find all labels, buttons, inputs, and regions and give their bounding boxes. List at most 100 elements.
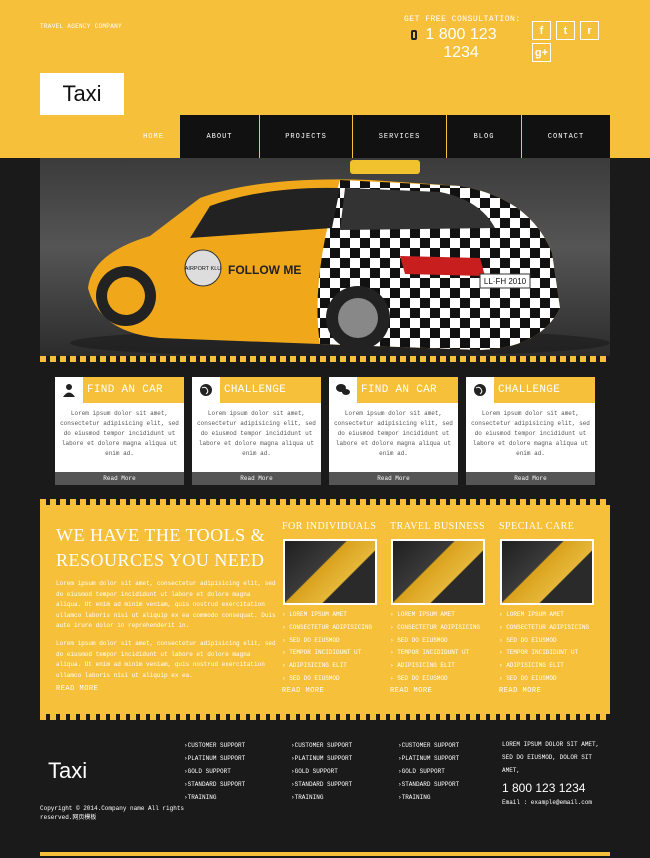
googleplus-icon[interactable]: g+ [532, 43, 551, 62]
footer-link[interactable]: GOLD SUPPORT [184, 765, 245, 778]
feature-card: CHALLENGE Lorem ipsum dolor sit amet, co… [192, 377, 321, 485]
read-more-button[interactable]: Read More [55, 472, 184, 485]
footer-email[interactable]: Email : example@email.com [502, 796, 612, 809]
taxi-driver-photo [500, 539, 594, 605]
list-item[interactable]: › CONSECTETUR ADIPISICING [390, 622, 480, 635]
chat-icon [329, 377, 357, 403]
read-more-link[interactable]: READ MORE [56, 685, 98, 693]
service-list: › LOREM IPSUM AMET › CONSECTETUR ADIPISI… [390, 609, 480, 686]
user-icon [55, 377, 83, 403]
list-item[interactable]: › CONSECTETUR ADIPISICING [282, 622, 372, 635]
footer-link[interactable]: TRAINING [184, 791, 245, 804]
list-item[interactable]: › TEMPOR INCIDIDUNT UT [390, 647, 480, 660]
globe-icon [192, 377, 220, 403]
list-item[interactable]: › LOREM IPSUM AMET [282, 609, 372, 622]
card-text: Lorem ipsum dolor sit amet, consectetur … [334, 410, 453, 457]
card-text: Lorem ipsum dolor sit amet, consectetur … [197, 410, 316, 457]
nav-projects[interactable]: PROJECTS [259, 115, 352, 158]
read-more-link[interactable]: READ MORE [282, 687, 324, 695]
section-paragraph: Lorem ipsum dolor sit amet, consectetur … [56, 580, 276, 629]
card-title: CHALLENGE [494, 377, 595, 403]
footer-link[interactable]: PLATINUM SUPPORT [398, 752, 460, 765]
list-item[interactable]: › SED DO EIUSMOD [390, 635, 480, 648]
copyright-text: Copyright © 2014.Company name All rights… [40, 805, 185, 821]
tools-section: WE HAVE THE TOOLS & RESOURCES YOU NEED L… [40, 505, 610, 714]
bottom-strip [40, 852, 610, 856]
taxi-driver-photo [391, 539, 485, 605]
list-item[interactable]: › LOREM IPSUM AMET [499, 609, 589, 622]
list-item[interactable]: › TEMPOR INCIDIDUNT UT [282, 647, 372, 660]
list-item[interactable]: › LOREM IPSUM AMET [390, 609, 480, 622]
footer-contact: LOREM IPSUM DOLOR SIT AMET, SED DO EIUSM… [502, 738, 612, 809]
footer-link[interactable]: TRAINING [291, 791, 352, 804]
card-title: FIND AN CAR [83, 377, 184, 403]
main-nav: HOME ABOUT PROJECTS SERVICES BLOG CONTAC… [128, 115, 610, 158]
follow-me-text: FOLLOW ME [228, 263, 301, 277]
nav-home[interactable]: HOME [128, 115, 179, 158]
column-title: TRAVEL BUSINESS [390, 521, 486, 532]
feature-card: FIND AN CAR Lorem ipsum dolor sit amet, … [55, 377, 184, 485]
hero-banner: LL·FH 2010 AIRPORT KLU FOLLOW ME [40, 158, 610, 356]
list-item[interactable]: › SED DO EIUSMOD [499, 635, 589, 648]
list-item[interactable]: › SED DO EIUSMOD [282, 635, 372, 648]
airport-badge: AIRPORT KLU [185, 266, 222, 272]
list-item[interactable]: › SED DO EIUSMOD [499, 673, 589, 686]
nav-services[interactable]: SERVICES [352, 115, 446, 158]
license-plate: LL·FH 2010 [484, 277, 527, 286]
footer-link[interactable]: STANDARD SUPPORT [184, 778, 246, 791]
nav-contact[interactable]: CONTACT [521, 115, 610, 158]
footer-link[interactable]: STANDARD SUPPORT [291, 778, 353, 791]
footer-link[interactable]: CUSTOMER SUPPORT [184, 739, 246, 752]
list-item[interactable]: › ADIPISICING ELIT [390, 660, 480, 673]
list-item[interactable]: › ADIPISICING ELIT [499, 660, 589, 673]
card-text: Lorem ipsum dolor sit amet, consectetur … [60, 410, 179, 457]
twitter-icon[interactable]: t [556, 21, 575, 40]
footer-logo[interactable]: Taxi [48, 758, 87, 784]
column-title: FOR INDIVIDUALS [282, 521, 377, 532]
footer-link[interactable]: GOLD SUPPORT [398, 765, 459, 778]
taxi-driver-photo [283, 539, 377, 605]
footer-link[interactable]: CUSTOMER SUPPORT [398, 739, 460, 752]
service-list: › LOREM IPSUM AMET › CONSECTETUR ADIPISI… [499, 609, 589, 686]
list-item[interactable]: › TEMPOR INCIDIDUNT UT [499, 647, 589, 660]
footer-links: CUSTOMER SUPPORT PLATINUM SUPPORT GOLD S… [291, 739, 353, 804]
list-item[interactable]: › SED DO EIUSMOD [390, 673, 480, 686]
read-more-button[interactable]: Read More [192, 472, 321, 485]
header-phone: 1 800 123 1234 [425, 26, 497, 61]
rss-icon[interactable]: r [580, 21, 599, 40]
site-logo[interactable]: Taxi [40, 73, 124, 115]
footer-link[interactable]: PLATINUM SUPPORT [184, 752, 246, 765]
card-text: Lorem ipsum dolor sit amet, consectetur … [471, 410, 590, 457]
site-tagline: TRAVEL AGENCY COMPANY [40, 23, 122, 30]
consultation-label: GET FREE CONSULTATION: [404, 15, 521, 24]
column-title: SPECIAL CARE [499, 521, 575, 532]
feature-card: FIND AN CAR Lorem ipsum dolor sit amet, … [329, 377, 458, 485]
phone-icon [411, 30, 417, 40]
nav-about[interactable]: ABOUT [179, 115, 259, 158]
list-item[interactable]: › ADIPISICING ELIT [282, 660, 372, 673]
taxi-car-image: LL·FH 2010 AIRPORT KLU FOLLOW ME [70, 160, 610, 356]
footer-link[interactable]: STANDARD SUPPORT [398, 778, 460, 791]
header: TRAVEL AGENCY COMPANY GET FREE CONSULTAT… [0, 0, 650, 158]
read-more-button[interactable]: Read More [466, 472, 595, 485]
footer-link[interactable]: PLATINUM SUPPORT [291, 752, 353, 765]
globe-icon [466, 377, 494, 403]
footer-link[interactable]: GOLD SUPPORT [291, 765, 352, 778]
footer-address: LOREM IPSUM DOLOR SIT AMET, SED DO EIUSM… [502, 741, 600, 774]
checker-divider [40, 356, 610, 362]
read-more-button[interactable]: Read More [329, 472, 458, 485]
footer-link[interactable]: CUSTOMER SUPPORT [291, 739, 353, 752]
section-title: WE HAVE THE TOOLS & RESOURCES YOU NEED [56, 525, 266, 570]
list-item[interactable]: › SED DO EIUSMOD [282, 673, 372, 686]
section-paragraph: Lorem ipsum dolor sit amet, consectetur … [56, 640, 276, 679]
facebook-icon[interactable]: f [532, 21, 551, 40]
footer-links: CUSTOMER SUPPORT PLATINUM SUPPORT GOLD S… [398, 739, 460, 804]
card-title: FIND AN CAR [357, 377, 458, 403]
footer-link[interactable]: TRAINING [398, 791, 459, 804]
card-title: CHALLENGE [220, 377, 321, 403]
service-list: › LOREM IPSUM AMET › CONSECTETUR ADIPISI… [282, 609, 372, 686]
list-item[interactable]: › CONSECTETUR ADIPISICING [499, 622, 589, 635]
read-more-link[interactable]: READ MORE [390, 687, 432, 695]
read-more-link[interactable]: READ MORE [499, 687, 541, 695]
nav-blog[interactable]: BLOG [446, 115, 521, 158]
